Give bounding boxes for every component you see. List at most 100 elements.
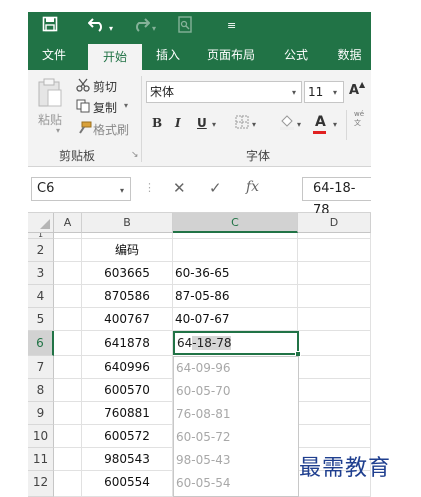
cell-b2[interactable]: 编码 [82, 239, 173, 262]
tab-file[interactable]: 文件 [28, 40, 80, 70]
flash-fill-suggestion: 64-09-96 [176, 361, 231, 375]
fill-color-icon[interactable] [279, 114, 295, 133]
undo-icon[interactable] [87, 16, 106, 36]
cell-b6[interactable]: 641878 [82, 331, 173, 356]
cell-b7[interactable]: 640996 [82, 356, 173, 379]
cut-icon[interactable] [76, 78, 90, 95]
cell-b8[interactable]: 600570 [82, 379, 173, 402]
grid-cell[interactable] [298, 285, 371, 308]
italic-button[interactable]: I [175, 116, 181, 130]
confirm-entry-icon[interactable]: ✓ [209, 179, 222, 197]
grid-cell[interactable] [298, 239, 371, 262]
grid-cell[interactable] [298, 379, 371, 402]
cell-b10[interactable]: 600572 [82, 425, 173, 448]
bold-button[interactable]: B [152, 116, 162, 130]
grid-cell[interactable] [54, 471, 82, 497]
undo-dropdown-icon[interactable]: ▾ [109, 20, 113, 38]
cell-b4[interactable]: 870586 [82, 285, 173, 308]
row-header-8[interactable]: 8 [28, 379, 54, 402]
row-header-12[interactable]: 12 [28, 471, 54, 497]
row-header-4[interactable]: 4 [28, 285, 54, 308]
paste-icon[interactable] [37, 78, 63, 111]
redo-dropdown-icon[interactable]: ▾ [152, 20, 156, 38]
grid-cell[interactable] [298, 262, 371, 285]
row-header-6[interactable]: 6 [28, 331, 54, 356]
font-color-button[interactable]: A [315, 114, 326, 130]
column-header-b[interactable]: B [82, 213, 173, 233]
select-all-corner[interactable] [28, 213, 54, 233]
print-preview-icon[interactable] [178, 16, 192, 37]
cell-b9[interactable]: 760881 [82, 402, 173, 425]
save-icon[interactable] [42, 16, 58, 36]
grid-cell[interactable] [54, 402, 82, 425]
name-box[interactable]: C6 [31, 177, 131, 201]
cell-c2[interactable] [173, 239, 298, 262]
font-size-chevron-down-icon[interactable]: ▾ [333, 88, 337, 97]
cancel-entry-icon[interactable]: ✕ [173, 179, 186, 197]
borders-dropdown-icon[interactable]: ▾ [252, 120, 256, 129]
grid-cell[interactable] [54, 285, 82, 308]
tab-formulas[interactable]: 公式 [272, 40, 320, 70]
grid-cell[interactable] [298, 402, 371, 425]
row-header-10[interactable]: 10 [28, 425, 54, 448]
active-cell-c6[interactable]: 64-18-78 [173, 331, 299, 355]
font-name-dropdown[interactable]: 宋体 [146, 81, 302, 103]
row-header-7[interactable]: 7 [28, 356, 54, 379]
copy-icon[interactable] [76, 99, 90, 116]
underline-button[interactable]: U [197, 116, 207, 130]
grid-cell[interactable] [54, 379, 82, 402]
row-header-11[interactable]: 11 [28, 448, 54, 471]
row-header-3[interactable]: 3 [28, 262, 54, 285]
borders-icon[interactable] [235, 115, 249, 132]
tab-insert[interactable]: 插入 [144, 40, 192, 70]
font-size-dropdown[interactable]: 11 [304, 81, 344, 103]
paste-dropdown-icon[interactable]: ▾ [56, 126, 60, 135]
cell-b11[interactable]: 980543 [82, 448, 173, 471]
redo-icon[interactable] [132, 16, 151, 36]
cell-b3[interactable]: 603665 [82, 262, 173, 285]
grid-cell[interactable] [54, 308, 82, 331]
font-name-chevron-down-icon[interactable]: ▾ [292, 88, 296, 97]
grid-cell[interactable] [298, 425, 371, 448]
cell-b12[interactable]: 600554 [82, 471, 173, 497]
cell-c3[interactable]: 60-36-65 [173, 262, 298, 285]
grid-cell[interactable] [298, 308, 371, 331]
column-header-a[interactable]: A [54, 213, 82, 233]
customize-icon[interactable]: ≡ [227, 17, 236, 35]
flash-fill-suggestion: 60-05-70 [176, 384, 231, 398]
grid-cell[interactable] [298, 356, 371, 379]
grid-cell[interactable] [54, 448, 82, 471]
insert-function-button[interactable]: fx [246, 179, 259, 195]
cell-c4[interactable]: 87-05-86 [173, 285, 298, 308]
column-header-d[interactable]: D [298, 213, 371, 233]
formula-input[interactable]: 64-18-78 [302, 177, 371, 218]
quick-access-toolbar: ▾ ▾ ≡ [28, 12, 371, 40]
grid-cell[interactable] [54, 356, 82, 379]
clipboard-launcher-icon[interactable]: ↘ [131, 150, 139, 160]
row-header-5[interactable]: 5 [28, 308, 54, 331]
cell-c5[interactable]: 40-07-67 [173, 308, 298, 331]
grid-cell[interactable] [298, 331, 371, 356]
format-painter-button[interactable]: 格式刷 [93, 121, 129, 138]
name-box-chevron-down-icon[interactable]: ▾ [120, 186, 124, 195]
copy-button[interactable]: 复制 [93, 99, 117, 116]
copy-dropdown-icon[interactable]: ▾ [124, 101, 128, 110]
tab-data[interactable]: 数据 [328, 40, 371, 70]
grid-cell[interactable] [54, 262, 82, 285]
grid-cell[interactable] [54, 239, 82, 262]
phonetic-guide-button[interactable]: wé 文 [354, 110, 364, 128]
tab-page-layout[interactable]: 页面布局 [198, 40, 264, 70]
grid-cell[interactable] [54, 331, 82, 356]
cut-button[interactable]: 剪切 [93, 78, 117, 95]
format-painter-icon[interactable] [76, 121, 92, 138]
font-color-dropdown-icon[interactable]: ▾ [333, 120, 337, 129]
column-header-c[interactable]: C [173, 213, 298, 233]
grid-cell[interactable] [54, 425, 82, 448]
fill-color-dropdown-icon[interactable]: ▾ [297, 120, 301, 129]
row-header-9[interactable]: 9 [28, 402, 54, 425]
cell-b5[interactable]: 400767 [82, 308, 173, 331]
underline-dropdown-icon[interactable]: ▾ [212, 120, 216, 129]
tab-home[interactable]: 开始 [88, 44, 142, 70]
grow-font-button[interactable]: A [349, 83, 359, 98]
row-header-2[interactable]: 2 [28, 239, 54, 262]
